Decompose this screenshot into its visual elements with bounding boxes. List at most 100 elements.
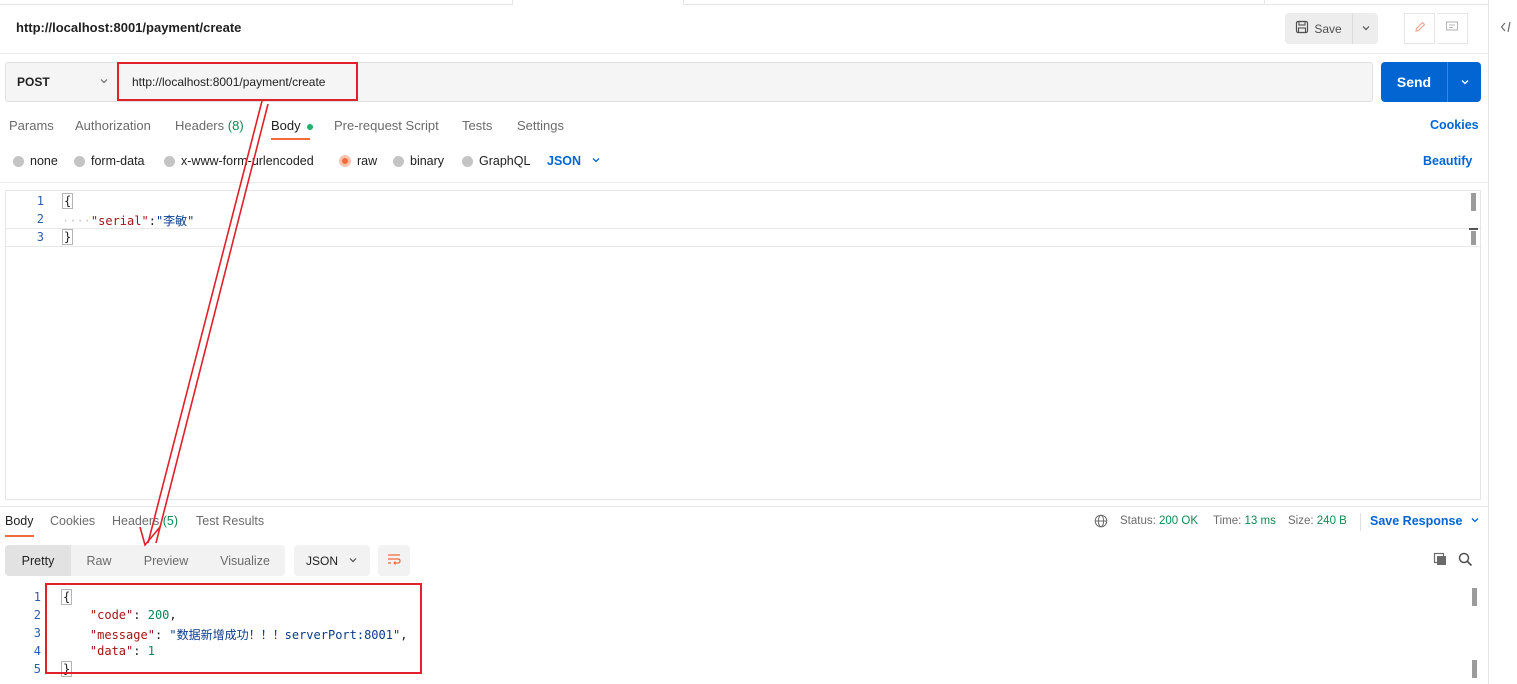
response-divider <box>0 506 1488 507</box>
chevron-down-icon <box>348 554 358 568</box>
code-snippet-icon[interactable] <box>1500 20 1514 37</box>
chevron-down-icon <box>1460 75 1470 90</box>
method-select[interactable]: POST <box>5 62 117 102</box>
chevron-down-icon <box>1361 21 1371 36</box>
json-key: "message" <box>89 628 155 642</box>
save-icon <box>1295 20 1309 37</box>
tab-strip <box>0 0 1488 5</box>
tab-headers[interactable]: Headers (8) <box>175 118 244 133</box>
tab-params[interactable]: Params <box>9 118 54 133</box>
status-info[interactable]: Status: 200 OK <box>1120 515 1198 527</box>
modified-dot-icon <box>307 123 314 130</box>
globe-icon[interactable] <box>1094 514 1108 531</box>
close-brace: } <box>62 229 74 245</box>
scrollbar-marker <box>1471 231 1476 245</box>
view-raw[interactable]: Raw <box>71 545 127 576</box>
time-info[interactable]: Time: 13 ms <box>1213 515 1276 527</box>
open-brace: { <box>61 589 73 605</box>
tab-tests[interactable]: Tests <box>462 118 492 133</box>
view-visualize[interactable]: Visualize <box>205 545 285 576</box>
pencil-icon <box>1413 20 1427 37</box>
copy-icon[interactable] <box>1433 552 1448 570</box>
tab-headers-count: (8) <box>227 118 244 133</box>
response-tab-headers[interactable]: Headers (5) <box>112 514 178 528</box>
wrap-lines-button[interactable] <box>378 545 410 576</box>
code-line: { <box>62 193 74 209</box>
json-number: 200 <box>147 608 170 622</box>
radio-raw[interactable]: raw <box>339 154 377 168</box>
send-button-group: Send <box>1381 62 1481 102</box>
radio-label: none <box>30 154 58 168</box>
radio-circle <box>74 155 85 167</box>
comments-button[interactable] <box>1437 13 1468 44</box>
save-options-button[interactable] <box>1353 13 1378 44</box>
radio-label: raw <box>357 154 378 168</box>
response-tab-cookies[interactable]: Cookies <box>50 514 95 528</box>
scrollbar-marker <box>1469 228 1478 230</box>
tab-pre-request-script[interactable]: Pre-request Script <box>334 118 439 133</box>
radio-form-data[interactable]: form-data <box>74 154 145 168</box>
response-tab-headers-count: (5) <box>162 514 179 528</box>
radio-label: binary <box>410 154 445 168</box>
view-pretty[interactable]: Pretty <box>5 545 71 576</box>
status-label: Status: <box>1120 515 1156 527</box>
radio-circle <box>462 155 473 167</box>
edit-button[interactable] <box>1404 13 1435 44</box>
response-scrollbar[interactable] <box>1472 588 1477 606</box>
radio-graphql[interactable]: GraphQL <box>462 154 530 168</box>
json-number: 1 <box>147 644 155 658</box>
line-number: 2 <box>36 212 44 226</box>
size-info[interactable]: Size: 240 B <box>1288 515 1347 527</box>
radio-x-www-form-urlencoded[interactable]: x-www-form-urlencoded <box>164 154 314 168</box>
beautify-link[interactable]: Beautify <box>1423 154 1472 168</box>
send-options-button[interactable] <box>1448 62 1481 102</box>
radio-none[interactable]: none <box>13 154 58 168</box>
radio-binary[interactable]: binary <box>393 154 444 168</box>
tab-body[interactable]: Body <box>271 118 314 133</box>
url-text: http://localhost:8001/payment/create <box>132 75 326 89</box>
code-line: "code": 200, <box>89 608 177 622</box>
radio-circle <box>164 155 175 167</box>
response-tab-headers-label: Headers <box>112 514 160 528</box>
save-response-label: Save Response <box>1370 514 1463 528</box>
json-key: "code" <box>89 608 134 622</box>
body-language-select[interactable]: JSON <box>547 154 601 168</box>
response-tab-underline <box>5 535 34 537</box>
response-tab-test-results[interactable]: Test Results <box>196 514 264 528</box>
radio-circle-selected <box>339 155 351 167</box>
url-input[interactable]: http://localhost:8001/payment/create <box>117 62 1373 102</box>
open-brace: { <box>62 193 74 209</box>
tab-headers-label: Headers <box>175 118 225 133</box>
line-number: 3 <box>33 626 41 640</box>
time-value: 13 ms <box>1244 515 1276 527</box>
tab-body-label: Body <box>271 118 301 133</box>
json-key: "serial" <box>90 214 149 228</box>
radio-label: GraphQL <box>479 154 531 168</box>
comment-icon <box>1445 20 1459 37</box>
search-icon[interactable] <box>1458 552 1473 570</box>
chevron-down-icon <box>99 75 109 89</box>
json-value: "李敏" <box>155 214 195 228</box>
response-scrollbar-marker <box>1472 660 1477 678</box>
editor-scrollbar[interactable] <box>1471 193 1476 211</box>
save-response-button[interactable]: Save Response <box>1370 514 1480 528</box>
tab-authorization[interactable]: Authorization <box>75 118 151 133</box>
view-preview[interactable]: Preview <box>127 545 205 576</box>
response-body-viewer[interactable]: 1 2 3 4 5 { "code": 200, "message": "数据新… <box>0 588 1488 684</box>
response-format-select[interactable]: JSON <box>294 545 370 576</box>
request-body-editor[interactable]: 1 2 3 { ····"serial":"李敏" } <box>5 190 1482 500</box>
chevron-down-icon <box>1470 514 1480 528</box>
save-button[interactable]: Save <box>1285 13 1353 44</box>
indent-whitespace: ···· <box>62 214 91 228</box>
tab-settings[interactable]: Settings <box>517 118 564 133</box>
active-tab-underline <box>271 138 310 140</box>
response-tab-body[interactable]: Body <box>5 514 34 528</box>
line-number: 2 <box>33 608 41 622</box>
cookies-link[interactable]: Cookies <box>1430 118 1479 132</box>
code-line: { <box>61 589 73 605</box>
radio-circle <box>393 155 404 167</box>
send-button[interactable]: Send <box>1381 62 1448 102</box>
json-string: "数据新增成功！！！serverPort:8001" <box>169 628 401 642</box>
code-line: } <box>62 229 74 245</box>
active-request-tab[interactable] <box>512 0 684 5</box>
